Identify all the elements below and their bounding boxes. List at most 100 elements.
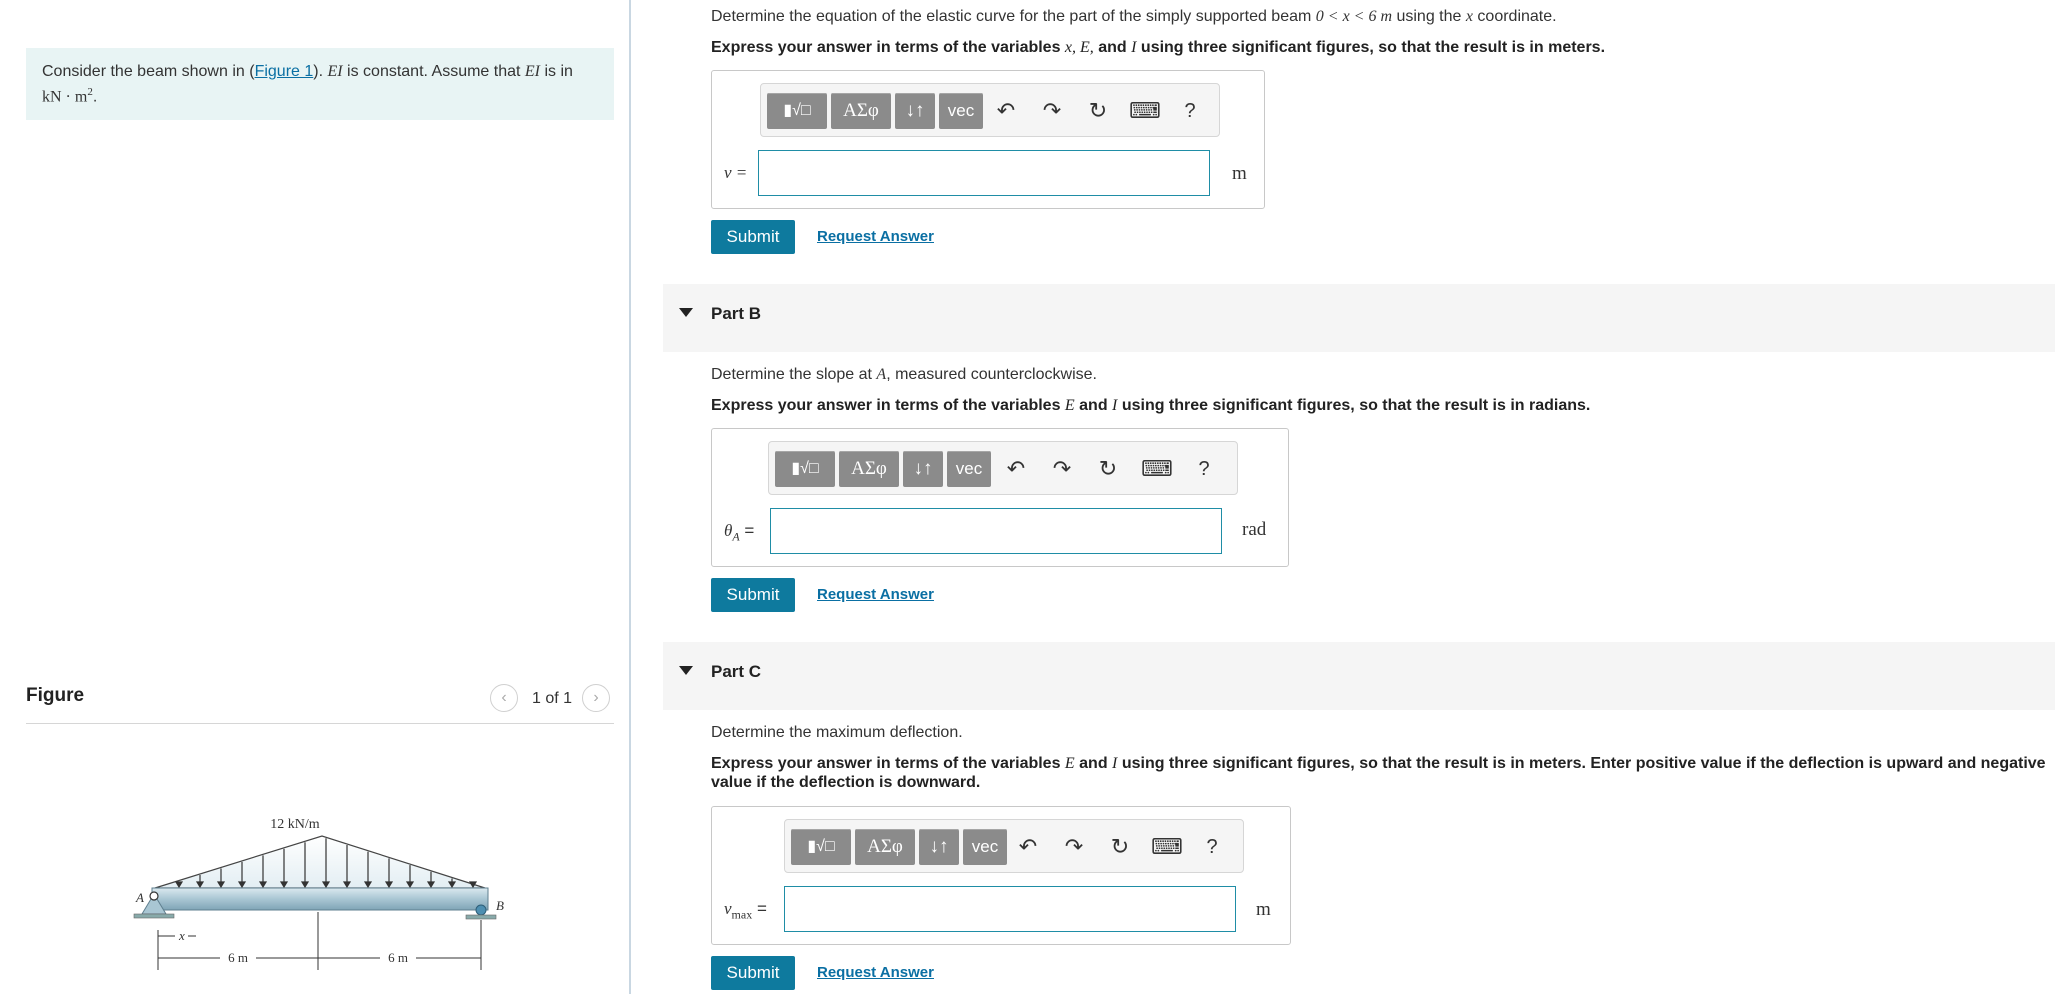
dimension-left: 6 m [228, 950, 248, 965]
part-b-header[interactable]: Part B [663, 284, 2055, 352]
greek-symbols-button[interactable]: ΑΣφ [831, 93, 891, 129]
prompt-math: A [876, 366, 887, 383]
prompt-text: Determine the equation of the elastic cu… [711, 8, 1316, 25]
reset-button[interactable]: ↻ [1093, 454, 1123, 484]
undo-button[interactable]: ↶ [991, 96, 1021, 126]
vector-button[interactable]: vec [939, 93, 983, 129]
unit-label: rad [1242, 519, 1267, 540]
instruction-text: Express your answer in terms of the vari… [711, 397, 1065, 414]
problem-text: Consider the beam shown in ( [42, 63, 255, 80]
request-answer-link[interactable]: Request Answer [817, 228, 934, 245]
help-icon: ? [1206, 836, 1218, 858]
submit-button[interactable]: Submit [711, 220, 795, 254]
redo-button[interactable]: ↷ [1059, 832, 1089, 862]
problem-statement: Consider the beam shown in (Figure 1). E… [26, 48, 614, 120]
left-panel: Consider the beam shown in (Figure 1). E… [0, 0, 630, 994]
figure-link[interactable]: Figure 1 [255, 63, 314, 80]
greek-symbols-button[interactable]: ΑΣφ [839, 451, 899, 487]
part-a-prompt: Determine the equation of the elastic cu… [711, 8, 1557, 26]
instruction-text: and [1074, 755, 1113, 772]
greek-icon: ΑΣφ [867, 836, 903, 857]
instruction-text: value if the deflection is downward. [711, 774, 981, 791]
submit-button[interactable]: Submit [711, 578, 795, 612]
next-figure-button[interactable]: › [582, 684, 610, 712]
ground-a [133, 913, 175, 919]
part-b-title: Part B [711, 304, 762, 323]
templates-button[interactable]: ▮√□ [767, 93, 827, 129]
redo-icon: ↷ [1064, 834, 1084, 859]
request-answer-link[interactable]: Request Answer [817, 964, 934, 981]
vec-icon: vec [971, 837, 999, 856]
distributed-load-shape [154, 835, 486, 889]
keyboard-icon: ⌨ [1151, 834, 1183, 859]
problem-text: . [92, 88, 98, 106]
undo-button[interactable]: ↶ [1001, 454, 1031, 484]
redo-button[interactable]: ↷ [1047, 454, 1077, 484]
arrows-icon: ↓↑ [929, 836, 949, 857]
greek-icon: ΑΣφ [843, 100, 879, 121]
keyboard-icon: ⌨ [1141, 456, 1173, 481]
problem-text: ). [313, 63, 328, 80]
help-button[interactable]: ? [1197, 832, 1227, 862]
arrows-button[interactable]: ↓↑ [903, 451, 943, 487]
redo-icon: ↷ [1042, 98, 1062, 123]
pin [149, 891, 159, 901]
answer-input[interactable] [770, 508, 1222, 554]
vector-button[interactable]: vec [947, 451, 991, 487]
part-b-prompt: Determine the slope at A, measured count… [711, 366, 1097, 384]
instruction-math: x, E, [1064, 39, 1094, 56]
request-answer-link[interactable]: Request Answer [817, 586, 934, 603]
part-b-answer-box: ▮√□ ΑΣφ ↓↑ vec ↶ ↷ ↻ ⌨ ? θA = rad [711, 428, 1289, 567]
part-c-header[interactable]: Part C [663, 642, 2055, 710]
redo-icon: ↷ [1052, 456, 1072, 481]
variable-subscript: A [732, 529, 740, 544]
templates-button[interactable]: ▮√□ [791, 829, 851, 865]
help-icon: ? [1184, 100, 1196, 122]
vector-button[interactable]: vec [963, 829, 1007, 865]
arrows-icon: ↓↑ [913, 458, 933, 479]
keyboard-button[interactable]: ⌨ [1129, 96, 1161, 126]
undo-icon: ↶ [1006, 456, 1026, 481]
instruction-math: E [1064, 755, 1075, 772]
prompt-math: 0 < x < 6 m [1315, 8, 1393, 25]
templates-button[interactable]: ▮√□ [775, 451, 835, 487]
reset-button[interactable]: ↻ [1083, 96, 1113, 126]
variable-equals: = [752, 899, 767, 918]
submit-button[interactable]: Submit [711, 956, 795, 990]
keyboard-button[interactable]: ⌨ [1151, 832, 1183, 862]
variable-label: v = [724, 163, 747, 183]
undo-button[interactable]: ↶ [1013, 832, 1043, 862]
part-a-instruction: Express your answer in terms of the vari… [711, 38, 1605, 57]
arrows-button[interactable]: ↓↑ [919, 829, 959, 865]
instruction-text: Express your answer in terms of the vari… [711, 39, 1065, 56]
prompt-text: Determine the slope at [711, 366, 877, 383]
answer-input[interactable] [758, 150, 1210, 196]
label-a: A [135, 890, 144, 905]
redo-button[interactable]: ↷ [1037, 96, 1067, 126]
ground-b [465, 914, 497, 920]
help-button[interactable]: ? [1175, 96, 1205, 126]
chevron-right-icon: › [593, 689, 599, 706]
label-x: x [178, 928, 185, 943]
right-panel: Determine the equation of the elastic cu… [631, 0, 2055, 994]
instruction-text: using three significant figures, so that… [1136, 39, 1606, 56]
beam-figure: 12 kN/m A B x 6 m 6 m [133, 817, 504, 970]
math-toolbar: ▮√□ ΑΣφ ↓↑ vec ↶ ↷ ↻ ⌨ ? [784, 819, 1244, 873]
greek-icon: ΑΣφ [851, 458, 887, 479]
part-c-title: Part C [711, 662, 762, 681]
part-c-answer-box: ▮√□ ΑΣφ ↓↑ vec ↶ ↷ ↻ ⌨ ? vmax = m [711, 806, 1291, 945]
greek-symbols-button[interactable]: ΑΣφ [855, 829, 915, 865]
reset-button[interactable]: ↻ [1105, 832, 1135, 862]
variable-subscript: max [731, 907, 753, 922]
instruction-text: using three significant figures, so that… [1117, 397, 1591, 414]
previous-figure-button[interactable]: ‹ [490, 684, 518, 712]
prompt-text: using the [1392, 8, 1466, 25]
prompt-math: x [1465, 8, 1473, 25]
figure-pager-text: 1 of 1 [532, 690, 573, 707]
keyboard-button[interactable]: ⌨ [1141, 454, 1173, 484]
answer-input[interactable] [784, 886, 1236, 932]
undo-icon: ↶ [1018, 834, 1038, 859]
arrows-button[interactable]: ↓↑ [895, 93, 935, 129]
help-button[interactable]: ? [1189, 454, 1219, 484]
instruction-text: and [1074, 397, 1113, 414]
